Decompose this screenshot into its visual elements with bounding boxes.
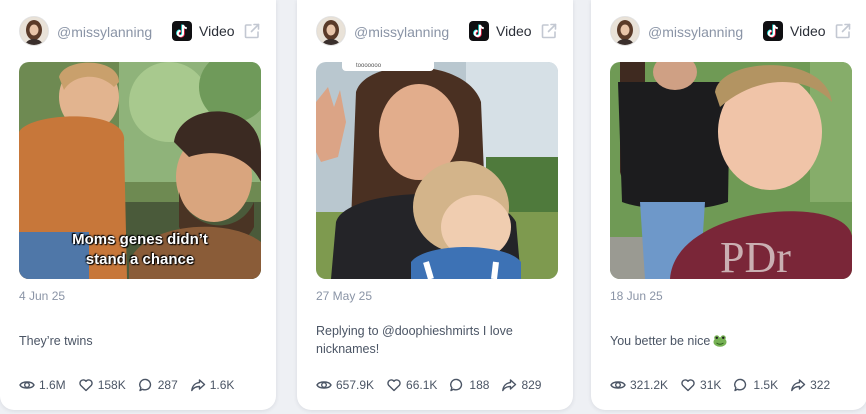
- shares-count: 829: [521, 378, 542, 392]
- post-card[interactable]: @missylanning Video: [0, 0, 276, 410]
- comments-count: 287: [157, 378, 178, 392]
- post-card[interactable]: @missylanning Video: [297, 0, 573, 410]
- views-stat: 321.2K: [610, 377, 668, 393]
- views-count: 1.6M: [39, 378, 66, 392]
- post-date: 18 Jun 25: [610, 289, 663, 303]
- heart-icon: [681, 379, 695, 392]
- likes-stat: 66.1K: [386, 377, 437, 393]
- video-thumbnail[interactable]: PDr: [610, 62, 852, 279]
- avatar[interactable]: [20, 17, 48, 45]
- username[interactable]: @missylanning: [648, 24, 743, 40]
- stats-row: 1.6M 158K 287 1.6K: [19, 376, 246, 394]
- comments-count: 1.5K: [753, 378, 779, 392]
- avatar[interactable]: [611, 17, 639, 45]
- eye-icon: [19, 381, 35, 389]
- eye-icon: [316, 381, 332, 389]
- shares-stat: 322: [790, 377, 830, 393]
- card-header: @missylanning Video: [297, 14, 573, 50]
- views-count: 321.2K: [630, 378, 669, 392]
- username[interactable]: @missylanning: [57, 24, 152, 40]
- eye-icon: [610, 381, 626, 389]
- platform-label: Video: [199, 23, 235, 39]
- video-caption-overlay: Moms genes didn’t stand a chance: [72, 231, 208, 268]
- tiktok-icon: [469, 21, 489, 41]
- post-card[interactable]: @missylanning Video: [591, 0, 866, 410]
- comment-icon: [138, 378, 151, 392]
- stats-row: 657.9K 66.1K 188 829: [316, 376, 553, 394]
- likes-stat: 158K: [78, 377, 126, 393]
- comments-stat: 1.5K: [733, 377, 778, 393]
- share-icon: [190, 379, 205, 392]
- shares-stat: 1.6K: [190, 377, 235, 393]
- card-header: @missylanning Video: [591, 14, 866, 50]
- likes-count: 66.1K: [406, 378, 438, 392]
- share-icon: [502, 379, 517, 392]
- views-count: 657.9K: [336, 378, 375, 392]
- shares-count: 322: [810, 378, 831, 392]
- stats-row: 321.2K 31K 1.5K 322: [610, 376, 842, 394]
- comments-count: 188: [469, 378, 490, 392]
- video-thumbnail[interactable]: Moms genes didn’t stand a chance: [19, 62, 261, 279]
- heart-icon: [387, 379, 401, 392]
- platform-label: Video: [496, 23, 532, 39]
- comments-stat: 287: [138, 377, 178, 393]
- card-header: @missylanning Video: [0, 14, 276, 50]
- post-date: 27 May 25: [316, 289, 373, 303]
- post-text: Replying to @doophieshmirts I love nickn…: [316, 324, 513, 356]
- post-text: They’re twins: [19, 334, 93, 348]
- username[interactable]: @missylanning: [354, 24, 449, 40]
- svg-text:PDr: PDr: [720, 233, 791, 279]
- frog-emoji: [713, 334, 727, 352]
- comment-icon: [450, 378, 463, 392]
- post-text: You better be nice: [610, 332, 850, 352]
- heart-icon: [79, 379, 93, 392]
- platform-label: Video: [790, 23, 826, 39]
- share-icon: [791, 379, 806, 392]
- tiktok-icon: [172, 21, 192, 41]
- external-link-icon[interactable]: [834, 22, 852, 40]
- post-text-content: You better be nice: [610, 334, 711, 348]
- external-link-icon[interactable]: [540, 22, 558, 40]
- comments-stat: 188: [449, 377, 489, 393]
- likes-stat: 31K: [680, 377, 721, 393]
- post-date: 4 Jun 25: [19, 289, 66, 303]
- views-stat: 1.6M: [19, 377, 66, 393]
- external-link-icon[interactable]: [243, 22, 261, 40]
- video-thumbnail[interactable]: tooooooo: [316, 62, 558, 279]
- views-stat: 657.9K: [316, 377, 374, 393]
- likes-count: 158K: [97, 378, 126, 392]
- avatar[interactable]: [317, 17, 345, 45]
- shares-stat: 829: [501, 377, 541, 393]
- video-text-overlay: tooooooo: [342, 62, 434, 71]
- shares-count: 1.6K: [209, 378, 235, 392]
- likes-count: 31K: [700, 378, 722, 392]
- tiktok-icon: [763, 21, 783, 41]
- comment-icon: [734, 378, 747, 392]
